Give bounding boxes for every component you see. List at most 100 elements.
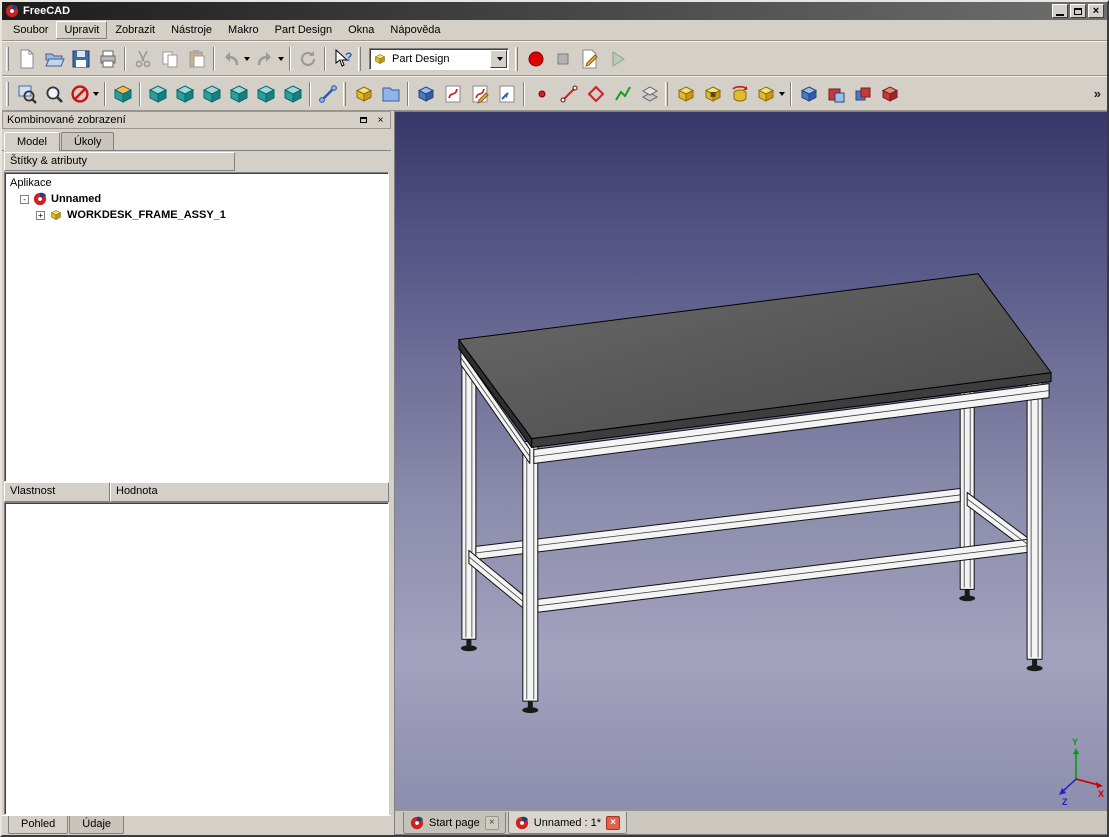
boolean-common-button[interactable] [876, 80, 903, 107]
new-file-button[interactable] [13, 45, 40, 72]
dock-float-button[interactable] [356, 113, 371, 127]
top-view-button[interactable] [171, 80, 198, 107]
toolbar-handle[interactable] [6, 46, 9, 71]
close-button[interactable]: × [1088, 4, 1104, 18]
collapse-icon[interactable]: - [20, 194, 29, 204]
left-view-button[interactable] [279, 80, 306, 107]
macro-stop-icon [552, 48, 574, 70]
undo-button[interactable] [218, 45, 252, 72]
tab-unnamed-document[interactable]: Unnamed : 1* × [507, 812, 628, 834]
map-sketch-button[interactable] [493, 80, 520, 107]
toolbar-handle[interactable] [343, 81, 346, 106]
toolbar-handle[interactable] [515, 46, 518, 71]
tab-tasks[interactable]: Úkoly [60, 132, 115, 150]
create-polygon-button[interactable] [582, 80, 609, 107]
model-tree[interactable]: Aplikace - Unnamed + WORKDESK_FRAME_ASSY… [4, 172, 389, 482]
macro-stop-button[interactable] [549, 45, 576, 72]
tab-model[interactable]: Model [4, 132, 60, 151]
front-view-button[interactable] [144, 80, 171, 107]
macro-record-icon [525, 48, 547, 70]
menu-upravit[interactable]: Upravit [56, 21, 108, 39]
minimize-button[interactable] [1052, 4, 1068, 18]
fit-all-button[interactable] [13, 80, 40, 107]
create-body-button[interactable] [412, 80, 439, 107]
edit-sketch-button[interactable] [466, 80, 493, 107]
property-tab-bar: Pohled Údaje [2, 815, 391, 835]
boolean-button[interactable] [795, 80, 822, 107]
menu-zobrazit[interactable]: Zobrazit [107, 21, 163, 39]
transform-button[interactable] [753, 80, 787, 107]
create-group-button[interactable] [377, 80, 404, 107]
menu-makro[interactable]: Makro [220, 21, 267, 39]
pocket-icon [702, 83, 724, 105]
property-editor[interactable] [4, 502, 389, 815]
create-line-button[interactable] [555, 80, 582, 107]
tab-view-properties[interactable]: Pohled [8, 816, 69, 834]
maximize-button[interactable] [1070, 4, 1086, 18]
3d-viewport[interactable]: Y X Z [395, 112, 1107, 810]
paste-button[interactable] [183, 45, 210, 72]
macro-play-button[interactable] [603, 45, 630, 72]
tree-item-part[interactable]: + WORKDESK_FRAME_ASSY_1 [8, 207, 388, 223]
print-button[interactable] [94, 45, 121, 72]
print-icon [97, 48, 119, 70]
new-file-icon [16, 48, 38, 70]
bottom-view-button[interactable] [252, 80, 279, 107]
isometric-view-button[interactable] [109, 80, 136, 107]
tree-item-document[interactable]: - Unnamed [8, 191, 388, 207]
menu-soubor[interactable]: Soubor [5, 21, 56, 39]
zoom-selection-button[interactable] [40, 80, 67, 107]
pad-button[interactable] [672, 80, 699, 107]
expand-icon[interactable]: + [36, 210, 45, 220]
part-label[interactable]: WORKDESK_FRAME_ASSY_1 [67, 209, 226, 221]
menu-nastroje[interactable]: Nástroje [163, 21, 220, 39]
3d-scene[interactable]: Y X Z [395, 112, 1107, 815]
app-logo-icon [5, 4, 19, 18]
toolbar-handle[interactable] [6, 81, 9, 106]
right-view-button[interactable] [198, 80, 225, 107]
cut-button[interactable] [129, 45, 156, 72]
copy-button[interactable] [156, 45, 183, 72]
measure-button[interactable] [314, 80, 341, 107]
workbench-dropdown-button[interactable] [490, 49, 507, 68]
menu-napoveda[interactable]: Nápověda [382, 21, 448, 39]
create-polyline-button[interactable] [609, 80, 636, 107]
toolbar-handle[interactable] [665, 81, 668, 106]
create-group-icon [380, 83, 402, 105]
boolean-cut-button[interactable] [822, 80, 849, 107]
workdesk-model[interactable] [458, 273, 1052, 714]
tab-data-properties[interactable]: Údaje [69, 816, 125, 834]
document-label[interactable]: Unnamed [51, 193, 101, 205]
draw-style-button[interactable] [67, 80, 101, 107]
top-view-icon [174, 83, 196, 105]
workbench-selector-value: Part Design [392, 52, 450, 65]
create-face-button[interactable] [636, 80, 663, 107]
tab-close-icon[interactable]: × [484, 815, 499, 830]
macro-edit-button[interactable] [576, 45, 603, 72]
revolution-button[interactable] [726, 80, 753, 107]
menu-okna[interactable]: Okna [340, 21, 382, 39]
toolbar-overflow-button[interactable]: » [1094, 86, 1101, 101]
create-point-button[interactable] [528, 80, 555, 107]
pocket-button[interactable] [699, 80, 726, 107]
redo-button[interactable] [252, 45, 286, 72]
macro-record-button[interactable] [522, 45, 549, 72]
boolean-union-button[interactable] [849, 80, 876, 107]
toolbar-handle[interactable] [358, 46, 361, 71]
menu-part-design[interactable]: Part Design [267, 21, 340, 39]
workbench-selector[interactable]: Part Design [369, 47, 509, 70]
create-part-button[interactable] [350, 80, 377, 107]
open-file-button[interactable] [40, 45, 67, 72]
tab-start-page[interactable]: Start page × [403, 812, 506, 834]
freecad-window: FreeCAD × Soubor Upravit Zobrazit Nástro… [0, 0, 1109, 837]
whats-this-button[interactable] [329, 45, 356, 72]
edit-sketch-icon [469, 83, 491, 105]
rear-view-button[interactable] [225, 80, 252, 107]
refresh-button[interactable] [294, 45, 321, 72]
save-button[interactable] [67, 45, 94, 72]
paste-icon [186, 48, 208, 70]
create-sketch-button[interactable] [439, 80, 466, 107]
tab-unnamed-document-label: Unnamed : 1* [533, 816, 602, 829]
tab-close-icon[interactable]: × [606, 815, 621, 830]
dock-close-button[interactable]: × [373, 113, 388, 127]
